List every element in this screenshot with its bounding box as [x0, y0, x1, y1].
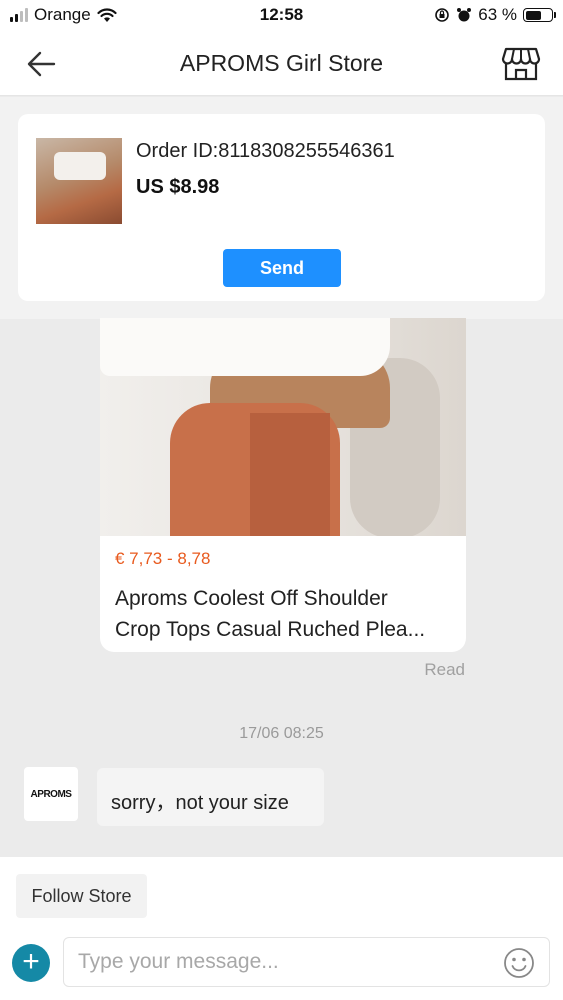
- message-bubble: sorry，not your size: [97, 768, 324, 826]
- read-status: Read: [424, 660, 465, 679]
- rotation-lock-icon: [435, 8, 450, 22]
- status-right: 63 %: [434, 5, 556, 25]
- product-image[interactable]: [100, 318, 466, 536]
- message-input-box[interactable]: [63, 937, 550, 987]
- order-card: Order ID:8118308255546361 US $8.98 Send: [18, 114, 545, 301]
- message-input[interactable]: [64, 938, 484, 986]
- order-product-image[interactable]: [36, 138, 122, 224]
- battery-icon: [523, 8, 556, 22]
- store-avatar[interactable]: APROMS: [24, 767, 78, 821]
- status-bar: Orange 12:58 63 %: [0, 0, 563, 32]
- product-title: Aproms Coolest Off Shoulder Crop Tops Ca…: [115, 583, 455, 645]
- send-order-button[interactable]: Send: [223, 249, 341, 287]
- order-section: Order ID:8118308255546361 US $8.98 Send: [0, 97, 563, 319]
- product-title-line-2: Crop Tops Casual Ruched Plea...: [115, 618, 426, 641]
- message-timestamp: 17/06 08:25: [239, 725, 324, 742]
- order-id: Order ID:8118308255546361: [136, 140, 395, 162]
- order-price: US $8.98: [136, 176, 220, 198]
- product-message-card[interactable]: € 7,73 - 8,78 Aproms Coolest Off Shoulde…: [100, 318, 466, 652]
- plus-icon[interactable]: +: [12, 944, 50, 982]
- header-bar: APROMS Girl Store: [0, 32, 563, 96]
- page-title: APROMS Girl Store: [179, 50, 384, 76]
- product-title-line-1: Aproms Coolest Off Shoulder: [115, 587, 388, 610]
- store-icon[interactable]: [501, 46, 541, 82]
- follow-store-button[interactable]: Follow Store: [16, 874, 147, 918]
- composer-area: Follow Store +: [0, 857, 563, 1000]
- product-price-range: € 7,73 - 8,78: [115, 549, 211, 568]
- battery-percent: 63 %: [478, 5, 517, 24]
- emoji-icon[interactable]: [503, 947, 535, 979]
- alarm-icon: [457, 8, 472, 22]
